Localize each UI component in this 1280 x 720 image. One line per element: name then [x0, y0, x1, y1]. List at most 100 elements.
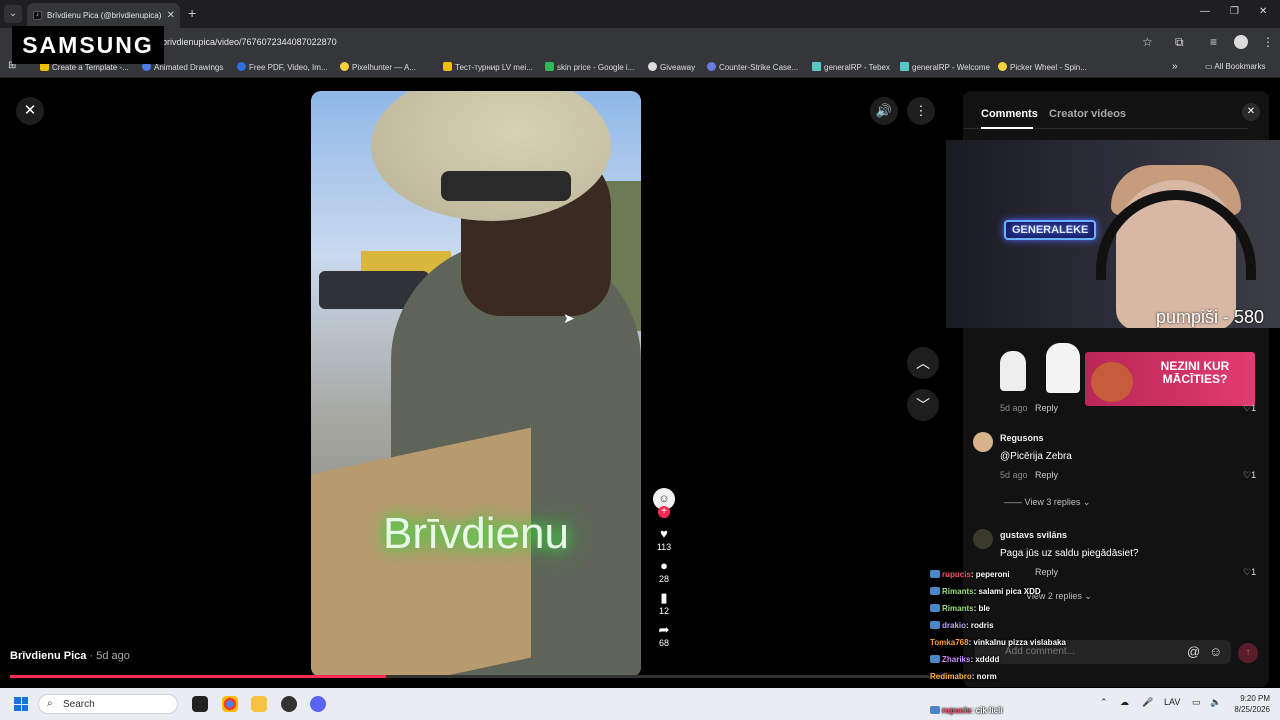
comment-like-button[interactable]: ♡1	[1243, 567, 1256, 578]
heart-outline-icon: ♡	[1243, 567, 1252, 577]
reply-button[interactable]: Reply	[1035, 403, 1058, 413]
comment-count: 28	[658, 574, 669, 584]
chat-user: Rimants	[942, 604, 974, 613]
chat-message: rupucis: peperoni	[930, 570, 1010, 579]
comment-like-button[interactable]: ♡1	[1243, 470, 1256, 481]
browser-tab[interactable]: ♪ Brīvdienu Pica (@brivdienupica) ✕	[27, 3, 180, 28]
minimize-icon[interactable]: —	[1200, 6, 1210, 17]
comment-image[interactable]	[1000, 343, 1080, 397]
tray-chevron-up-icon[interactable]: ⌃	[1100, 697, 1108, 708]
send-comment-button[interactable]: ↑	[1238, 643, 1258, 663]
profile-avatar[interactable]	[1234, 35, 1248, 49]
windows-start-icon[interactable]	[14, 697, 28, 711]
more-bookmarks-icon[interactable]: »	[1172, 61, 1178, 72]
chat-text: : xdddd	[970, 655, 1000, 664]
browser-tab-bar: ⌄ ♪ Brīvdienu Pica (@brivdienupica) ✕ + …	[0, 0, 1280, 28]
file-explorer-icon[interactable]	[251, 696, 267, 712]
bookmark-icon[interactable]: ▮	[647, 590, 681, 606]
microphone-icon[interactable]: 🎤	[1142, 697, 1153, 708]
tab-search-icon[interactable]: ⌄	[4, 5, 22, 23]
chat-text: : ble	[973, 604, 991, 613]
chat-user: Zhariks	[942, 655, 971, 664]
view-replies-button[interactable]: —— View 3 replies ⌄	[1004, 497, 1090, 508]
share-icon[interactable]: ➦	[647, 622, 681, 638]
reply-button[interactable]: Reply	[1035, 567, 1058, 577]
url-field[interactable]: brivdienupica/video/7676072344087022870	[162, 37, 337, 47]
close-video-button[interactable]: ✕	[16, 97, 44, 125]
video-author[interactable]: Brīvdienu Pica · 5d ago	[10, 650, 130, 662]
more-options-button[interactable]: ⋮	[907, 97, 935, 125]
mention-icon[interactable]: @	[1187, 644, 1200, 659]
tab-comments[interactable]: Comments	[981, 108, 1038, 120]
meme-figure-a	[1000, 351, 1026, 391]
tab-close-icon[interactable]: ✕	[167, 3, 175, 28]
follow-plus-icon[interactable]: +	[658, 506, 670, 518]
clock-date: 8/25/2026	[1234, 705, 1270, 714]
bookmark-item[interactable]: Pixelhunter — A...	[340, 62, 416, 72]
author-name: Brīvdienu Pica	[10, 650, 87, 662]
chrome-icon[interactable]	[222, 696, 238, 712]
chat-user: rupucis	[942, 570, 971, 579]
bookmark-item[interactable]: Counter-Strike Case...	[707, 62, 798, 72]
reply-button[interactable]: Reply	[1035, 470, 1058, 480]
volume-button[interactable]: 🔊	[870, 97, 898, 125]
emoji-icon[interactable]: ☺	[1209, 644, 1222, 659]
chat-text: : salami pica XDD	[973, 587, 1041, 596]
monitor-icon[interactable]: ▭	[1192, 697, 1201, 708]
bookmark-item[interactable]: generalRP - Tebex	[812, 62, 890, 72]
stream-counter: pumpiši - 580	[1156, 307, 1265, 327]
maximize-icon[interactable]: ❐	[1230, 6, 1239, 17]
commenter-avatar[interactable]	[973, 529, 993, 549]
bookmark-item[interactable]: Free PDF, Video, Im...	[237, 62, 328, 72]
meme-figure-b	[1046, 343, 1080, 393]
taskbar-search[interactable]: ⌕ Search	[38, 694, 178, 714]
neon-sign: GENERALEKE	[1004, 220, 1097, 240]
discord-icon[interactable]	[310, 696, 326, 712]
bookmark-item[interactable]: Тест-турнир LV mei...	[443, 62, 533, 72]
commenter-name[interactable]: gustavs svilāns	[1000, 530, 1067, 540]
add-comment-placeholder: Add comment...	[1005, 646, 1076, 657]
chat-message: Redimabro: norm	[930, 672, 997, 681]
tab-creator-videos[interactable]: Creator videos	[1049, 108, 1126, 120]
previous-video-button[interactable]: ︿	[907, 347, 939, 379]
window-close-icon[interactable]: ✕	[1259, 6, 1267, 17]
all-bookmarks-folder[interactable]: ▭ All Bookmarks	[1205, 62, 1265, 71]
chevron-down-icon: ⌄	[1081, 591, 1092, 601]
chat-message: drakio: rodris	[930, 621, 994, 630]
comment-like-button[interactable]: ♡1	[1243, 403, 1256, 414]
bookmark-star-icon[interactable]: ☆	[1142, 35, 1153, 49]
bookmark-item[interactable]: Picker Wheel - Spin...	[998, 62, 1087, 72]
commenter-name[interactable]: Regusons	[1000, 433, 1044, 443]
task-view-icon[interactable]	[192, 696, 208, 712]
chevron-down-icon: ﹀	[916, 397, 930, 413]
heart-outline-icon: ♡	[1243, 470, 1252, 480]
bookmark-item[interactable]: generalRP - Welcome	[900, 62, 990, 72]
close-icon: ✕	[23, 102, 37, 119]
volume-icon[interactable]: 🔈	[1210, 697, 1221, 708]
app-icon[interactable]	[281, 696, 297, 712]
browser-menu-icon[interactable]: ⋮	[1262, 35, 1274, 49]
chat-user: Redimabro	[930, 672, 972, 681]
close-panel-button[interactable]: ✕	[1242, 103, 1260, 121]
commenter-avatar[interactable]	[973, 432, 993, 452]
chat-badge-icon	[930, 621, 940, 629]
video-player[interactable]: Brīvdienu	[311, 91, 641, 677]
next-video-button[interactable]: ﹀	[907, 389, 939, 421]
comment-icon[interactable]: ●	[647, 558, 681, 574]
heart-icon[interactable]: ♥	[647, 526, 681, 542]
taskbar-clock[interactable]: 9:20 PM 8/25/2026	[1230, 693, 1270, 715]
chat-badge-icon	[930, 706, 940, 714]
cloud-icon[interactable]: ☁	[1120, 697, 1129, 708]
media-control-icon[interactable]: ≡	[1210, 35, 1217, 49]
bookmark-item[interactable]: skin price - Google i...	[545, 62, 634, 72]
bookmark-item[interactable]: Giveaway	[648, 62, 695, 72]
new-tab-icon[interactable]: +	[188, 5, 196, 21]
chat-message: Zhariks: xdddd	[930, 655, 999, 664]
stream-webcam-overlay: GENERALEKE pumpiši - 580	[946, 140, 1280, 328]
video-progress-bar[interactable]	[10, 675, 950, 678]
extensions-icon[interactable]: ⧉	[1175, 35, 1184, 50]
chat-message: Rimants: ble	[930, 604, 990, 613]
chevron-down-icon: ⌄	[1080, 497, 1091, 507]
ad-banner[interactable]: NEZINI KUR MĀCĪTIES?	[1085, 352, 1255, 406]
language-indicator[interactable]: LAV	[1164, 697, 1180, 707]
